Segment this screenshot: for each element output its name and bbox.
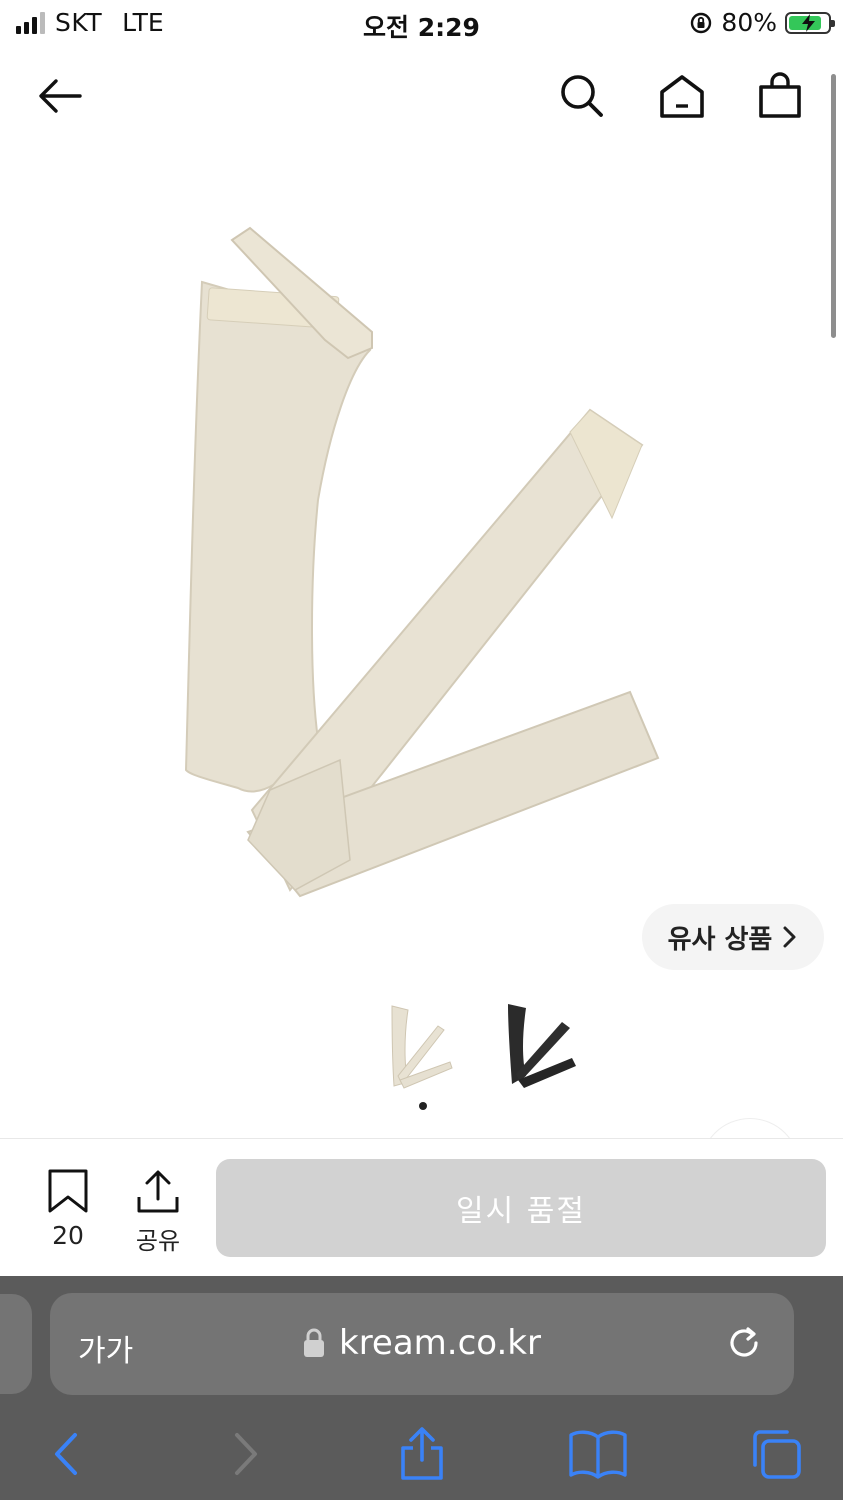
bookmark-count: 20 bbox=[52, 1221, 84, 1250]
scroll-indicator[interactable] bbox=[831, 74, 836, 338]
selected-indicator-dot bbox=[419, 1102, 427, 1110]
share-label: 공유 bbox=[135, 1227, 181, 1255]
previous-tab-preview[interactable] bbox=[0, 1294, 32, 1394]
home-icon[interactable] bbox=[656, 70, 708, 122]
share-icon bbox=[137, 1170, 179, 1213]
lock-icon bbox=[304, 1328, 324, 1357]
back-icon[interactable] bbox=[36, 1426, 96, 1482]
action-bar: 20 공유 일시 품절 bbox=[0, 1138, 843, 1276]
bookmarks-icon[interactable] bbox=[568, 1426, 628, 1482]
orientation-lock-icon bbox=[691, 12, 712, 33]
chevron-right-icon bbox=[783, 926, 796, 948]
thumbnail-beige[interactable] bbox=[380, 996, 460, 1096]
search-icon[interactable] bbox=[556, 70, 608, 122]
battery-percent: 80% bbox=[721, 8, 777, 37]
thumbnail-black[interactable] bbox=[500, 996, 580, 1096]
battery-charging-icon bbox=[785, 11, 835, 34]
share-button[interactable]: 공유 bbox=[118, 1169, 198, 1256]
similar-products-label: 유사 상품 bbox=[667, 924, 773, 955]
similar-products-button[interactable]: 유사 상품 bbox=[642, 904, 824, 970]
color-thumbnails bbox=[380, 996, 580, 1096]
product-image[interactable] bbox=[150, 200, 710, 920]
shopping-bag-icon[interactable] bbox=[754, 70, 806, 122]
bookmark-icon bbox=[48, 1169, 88, 1213]
forward-icon[interactable] bbox=[216, 1426, 276, 1482]
share-icon-browser[interactable] bbox=[392, 1426, 452, 1482]
reload-icon[interactable] bbox=[724, 1323, 764, 1367]
url-text: kream.co.kr bbox=[339, 1323, 541, 1363]
soldout-button[interactable]: 일시 품절 bbox=[216, 1159, 826, 1257]
address-bar[interactable]: 가가 kream.co.kr bbox=[50, 1293, 794, 1395]
status-bar: SKT LTE 오전 2:29 80% bbox=[0, 0, 843, 48]
browser-toolbar bbox=[0, 1416, 843, 1500]
back-arrow-icon[interactable] bbox=[34, 70, 86, 122]
tabs-icon[interactable] bbox=[746, 1426, 806, 1482]
status-right: 80% bbox=[689, 8, 835, 37]
bookmark-button[interactable]: 20 bbox=[30, 1169, 106, 1250]
browser-chrome: 가가 kream.co.kr bbox=[0, 1276, 843, 1500]
top-nav bbox=[0, 60, 843, 132]
url-display: kream.co.kr bbox=[50, 1323, 794, 1363]
